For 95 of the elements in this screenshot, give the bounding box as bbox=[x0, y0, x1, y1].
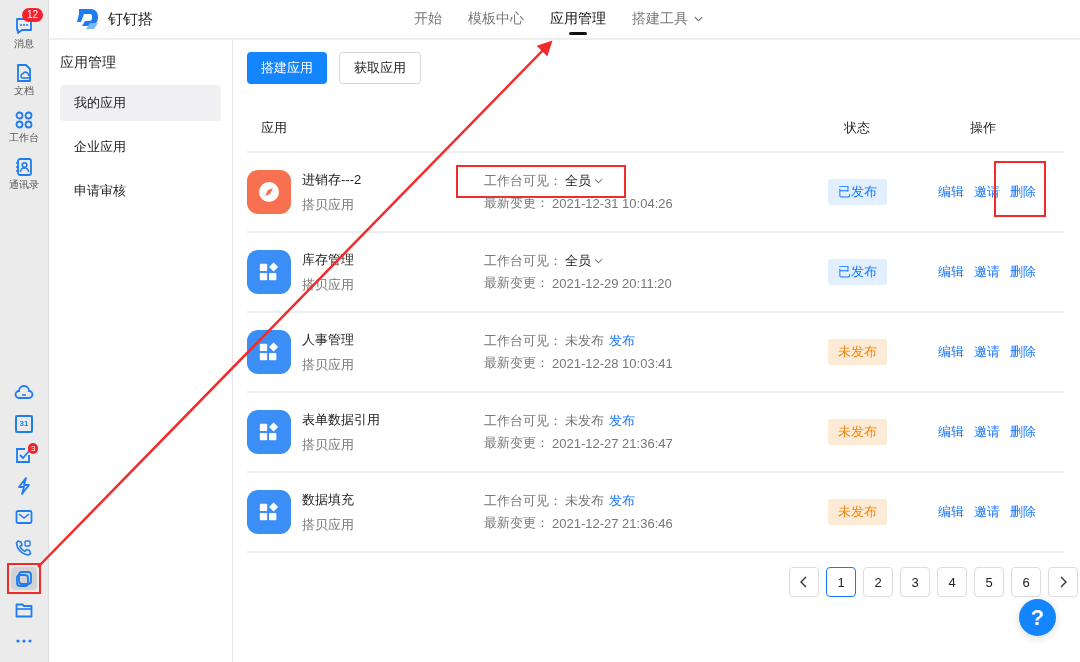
logo-icon bbox=[76, 8, 100, 30]
unread-badge: 12 bbox=[22, 8, 44, 22]
changed-label: 最新变更： bbox=[484, 194, 549, 212]
action-link[interactable]: 删除 bbox=[1010, 344, 1036, 359]
app-name: 人事管理 bbox=[302, 330, 354, 349]
page-button[interactable]: 1 bbox=[826, 567, 856, 597]
publish-link[interactable]: 发布 bbox=[609, 412, 635, 430]
action-link[interactable]: 邀请 bbox=[974, 344, 1000, 359]
app-source: 搭贝应用 bbox=[302, 435, 355, 454]
status-tag: 未发布 bbox=[828, 419, 887, 445]
visibility-label: 工作台可见： bbox=[484, 252, 562, 270]
unread-badge: 3 bbox=[28, 443, 39, 454]
chevron-right-icon bbox=[1059, 576, 1067, 588]
sidebar-item[interactable]: 企业应用 bbox=[60, 129, 221, 165]
action-link[interactable]: 编辑 bbox=[938, 504, 964, 519]
changed-label: 最新变更： bbox=[484, 434, 549, 452]
chat-icon bbox=[14, 16, 34, 36]
get-app-button[interactable]: 获取应用 bbox=[339, 52, 421, 84]
status-tag: 未发布 bbox=[828, 339, 887, 365]
visibility-label: 工作台可见： bbox=[484, 172, 562, 190]
action-link[interactable]: 删除 bbox=[1010, 424, 1036, 439]
changed-label: 最新变更： bbox=[484, 274, 549, 292]
app-title: 钉钉搭 bbox=[108, 9, 153, 29]
changed-label: 最新变更： bbox=[484, 354, 549, 372]
rail-item[interactable]: 文档 bbox=[1, 55, 47, 98]
action-link[interactable]: 邀请 bbox=[974, 424, 1000, 439]
publish-link[interactable]: 发布 bbox=[609, 332, 635, 350]
nav-tab[interactable]: 开始 bbox=[414, 0, 442, 39]
rail-item[interactable]: 通讯录 bbox=[1, 149, 47, 192]
action-link[interactable]: 编辑 bbox=[938, 344, 964, 359]
action-link[interactable]: 邀请 bbox=[974, 504, 1000, 519]
visibility-label: 工作台可见： bbox=[484, 412, 562, 430]
action-link[interactable]: 删除 bbox=[1010, 184, 1036, 199]
nav-tab[interactable]: 模板中心 bbox=[468, 0, 524, 39]
sidebar-title: 应用管理 bbox=[60, 54, 117, 72]
rail-item[interactable]: 12 消息 bbox=[1, 8, 47, 51]
chevron-left-icon bbox=[800, 576, 808, 588]
sidebar-item[interactable]: 申请审核 bbox=[60, 173, 221, 209]
phone-icon bbox=[14, 537, 34, 558]
builder-app-icon bbox=[14, 568, 34, 589]
rail-label: 消息 bbox=[14, 37, 34, 51]
app-name: 数据填充 bbox=[302, 490, 354, 509]
app-source: 搭贝应用 bbox=[302, 355, 354, 374]
visibility-value: 未发布 bbox=[565, 412, 604, 430]
rail-label: 通讯录 bbox=[9, 178, 39, 192]
visibility-dropdown[interactable]: 全员 bbox=[565, 172, 603, 190]
page-button[interactable]: 4 bbox=[937, 567, 967, 597]
status-tag: 未发布 bbox=[828, 499, 887, 525]
changed-time: 2021-12-28 10:03:41 bbox=[552, 355, 673, 371]
column-header: 应用 bbox=[261, 120, 287, 135]
app-source: 搭贝应用 bbox=[302, 515, 354, 534]
page-button[interactable]: 5 bbox=[974, 567, 1004, 597]
apps-icon bbox=[14, 110, 34, 130]
document-icon bbox=[14, 63, 34, 83]
next-page-button[interactable] bbox=[1048, 567, 1078, 597]
action-link[interactable]: 编辑 bbox=[938, 264, 964, 279]
changed-time: 2021-12-29 20:11:20 bbox=[552, 275, 672, 291]
action-link[interactable]: 邀请 bbox=[974, 264, 1000, 279]
app-name: 进销存---2 bbox=[302, 170, 362, 189]
changed-label: 最新变更： bbox=[484, 514, 549, 532]
nav-tab[interactable]: 应用管理 bbox=[550, 0, 606, 39]
action-link[interactable]: 删除 bbox=[1010, 504, 1036, 519]
app-name: 表单数据引用 bbox=[302, 410, 380, 429]
visibility-value: 未发布 bbox=[565, 492, 604, 510]
action-link[interactable]: 删除 bbox=[1010, 264, 1036, 279]
visibility-dropdown[interactable]: 全员 bbox=[565, 252, 603, 270]
rail-label: 文档 bbox=[14, 84, 34, 98]
visibility-label: 工作台可见： bbox=[484, 332, 562, 350]
rail-item[interactable]: 工作台 bbox=[1, 102, 47, 145]
rail-label: 工作台 bbox=[9, 131, 39, 145]
action-link[interactable]: 编辑 bbox=[938, 184, 964, 199]
changed-time: 2021-12-27 21:36:46 bbox=[552, 515, 673, 531]
page-button[interactable]: 2 bbox=[863, 567, 893, 597]
status-tag: 已发布 bbox=[828, 259, 887, 285]
create-app-button[interactable]: 搭建应用 bbox=[247, 52, 327, 84]
nav-tab[interactable]: 搭建工具 bbox=[632, 0, 703, 39]
app-source: 搭贝应用 bbox=[302, 195, 355, 214]
previous-page-button[interactable] bbox=[789, 567, 819, 597]
contacts-icon bbox=[14, 157, 34, 177]
changed-time: 2021-12-31 10:04:26 bbox=[552, 195, 673, 211]
visibility-value: 未发布 bbox=[565, 332, 604, 350]
caret-icon bbox=[594, 258, 603, 264]
caret-icon bbox=[594, 178, 603, 184]
visibility-label: 工作台可见： bbox=[484, 492, 562, 510]
column-header: 状态 bbox=[844, 120, 870, 135]
help-button[interactable]: ? bbox=[1019, 599, 1056, 636]
rail-button[interactable]: 3 bbox=[11, 443, 37, 466]
action-link[interactable]: 编辑 bbox=[938, 424, 964, 439]
sidebar-item[interactable]: 我的应用 bbox=[60, 85, 221, 121]
column-header: 操作 bbox=[970, 119, 996, 137]
status-tag: 已发布 bbox=[828, 179, 887, 205]
publish-link[interactable]: 发布 bbox=[609, 492, 635, 510]
page-button[interactable]: 3 bbox=[900, 567, 930, 597]
changed-time: 2021-12-27 21:36:47 bbox=[552, 435, 673, 451]
page-button[interactable]: 6 bbox=[1011, 567, 1041, 597]
